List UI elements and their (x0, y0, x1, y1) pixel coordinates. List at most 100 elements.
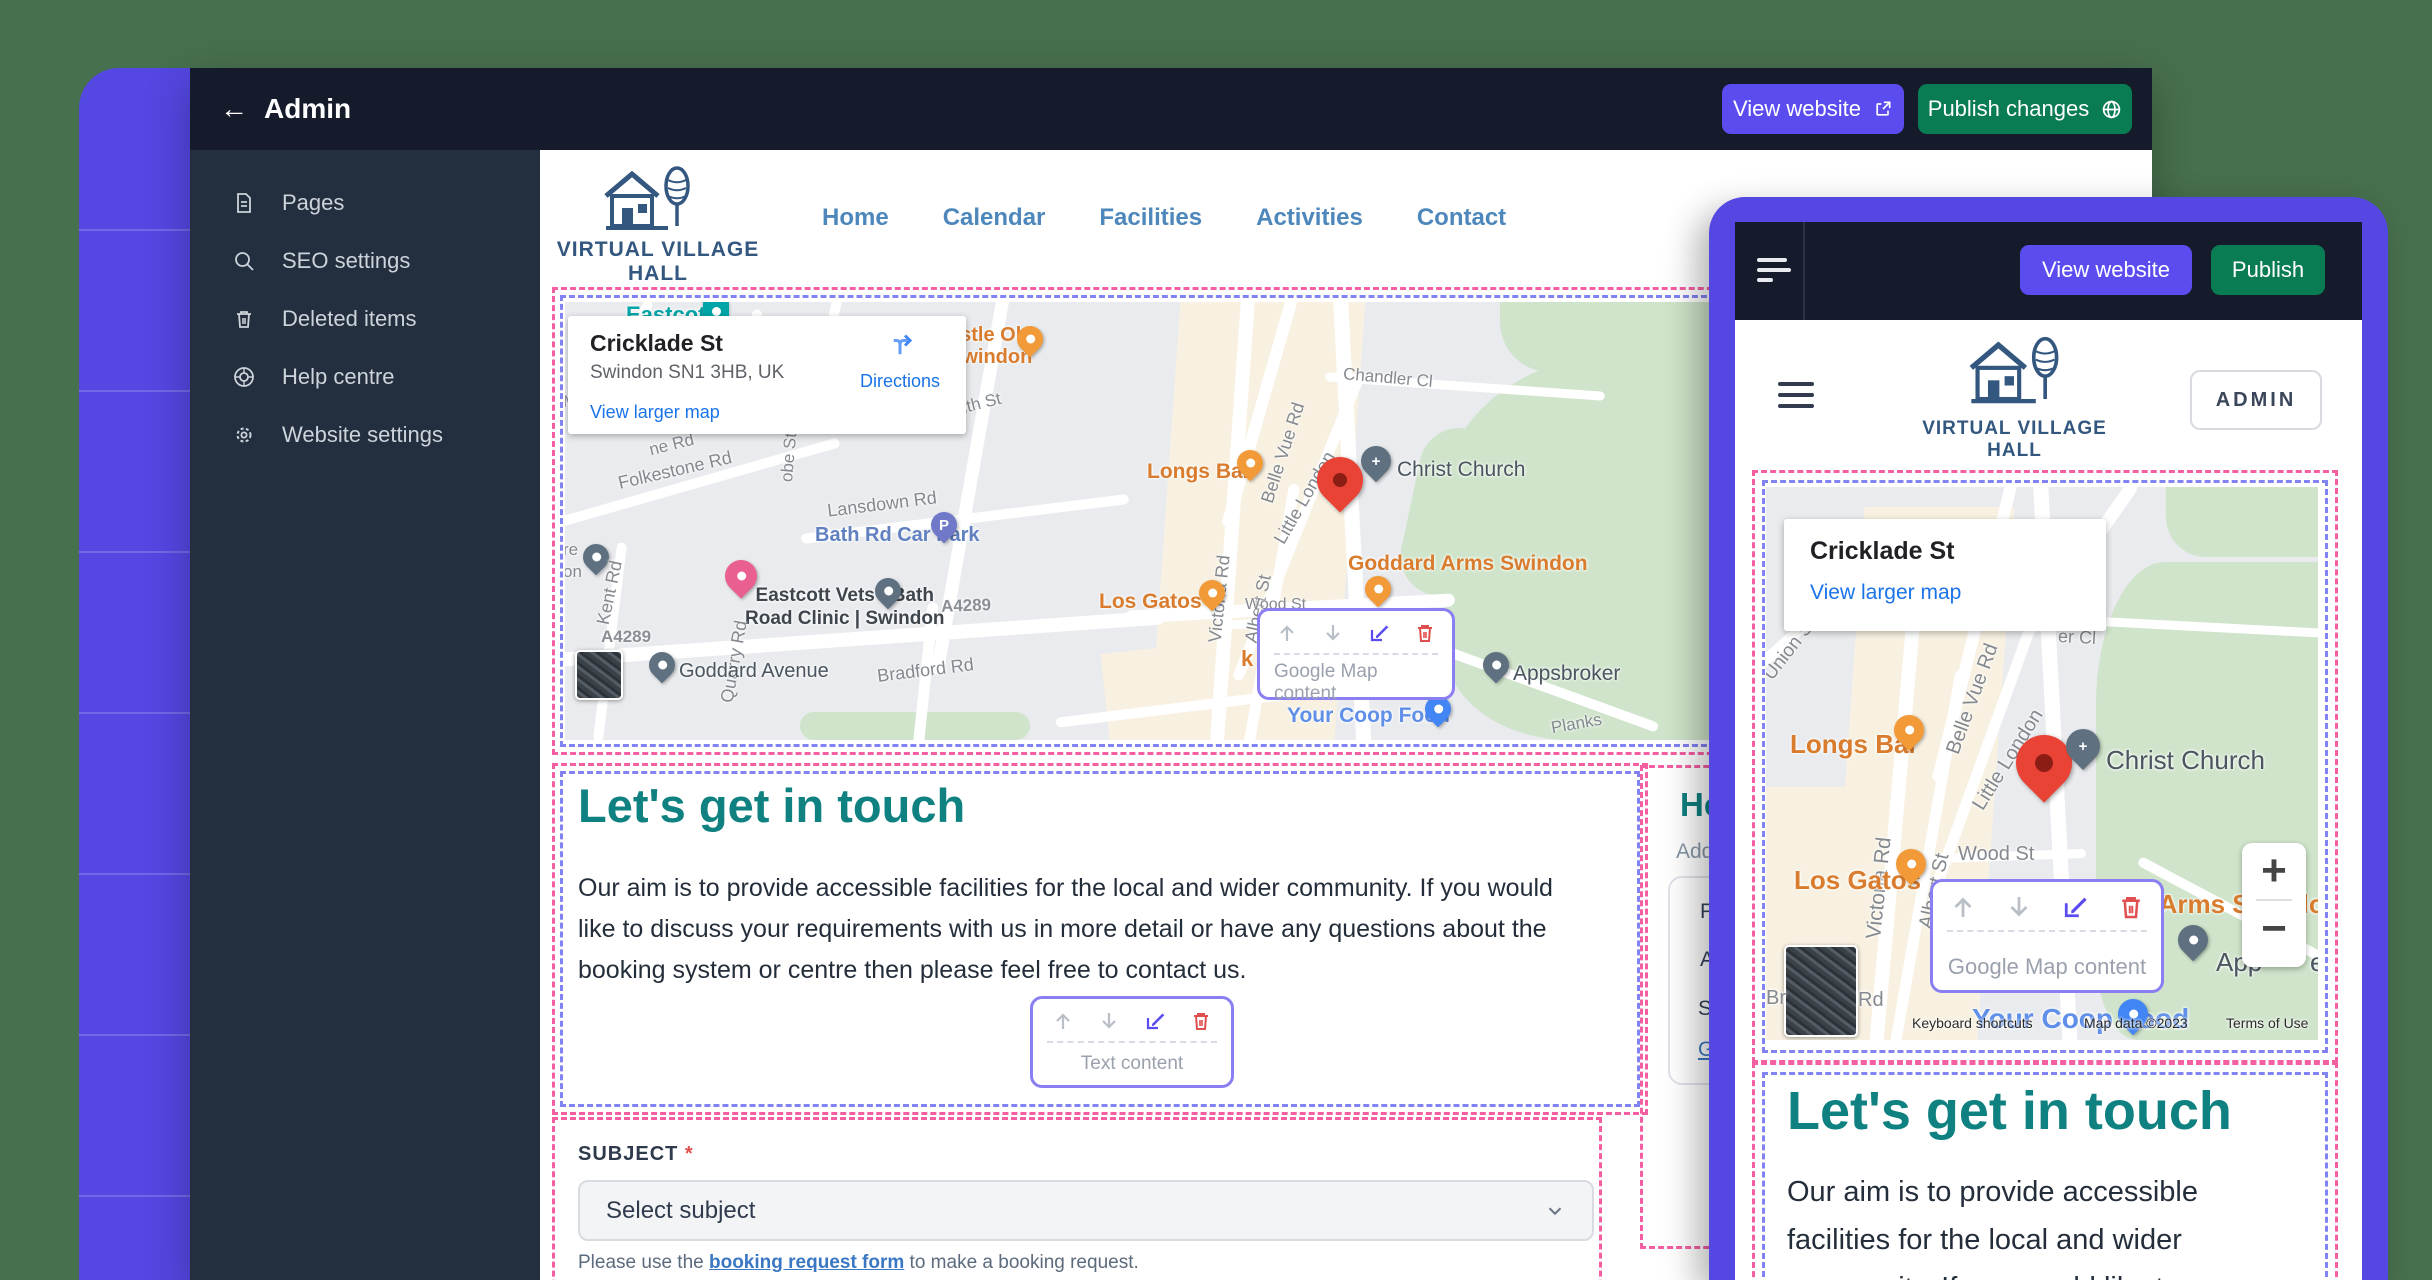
search-icon (232, 249, 256, 273)
edit-icon[interactable] (2060, 892, 2090, 922)
delete-icon[interactable] (1189, 1009, 1213, 1033)
external-link-icon (1873, 99, 1893, 119)
toolbar-label: Google Map content (1948, 948, 2146, 980)
keyboard-shortcuts-link[interactable]: Keyboard shortcuts (1912, 1015, 2033, 1031)
mobile-publish-button[interactable]: Publish (2211, 245, 2325, 295)
rail-divider (79, 712, 190, 714)
move-down-icon[interactable] (2004, 892, 2034, 922)
directions-button[interactable]: Directions (860, 328, 940, 392)
mobile-site-preview: VIRTUAL VILLAGE HALL ADMIN Unio (1735, 320, 2362, 1280)
collapse-sidebar-icon[interactable] (1757, 258, 1791, 282)
back-arrow-icon[interactable]: ← (220, 93, 248, 125)
map-area-park (2166, 487, 2318, 557)
map-label: A4289 (941, 595, 992, 617)
publish-changes-label: Publish changes (1928, 96, 2089, 122)
map-label: Christ Church (2106, 745, 2265, 776)
nav-home[interactable]: Home (822, 204, 889, 232)
collapsed-nav-rail[interactable] (79, 68, 190, 1280)
move-up-icon[interactable] (1948, 892, 1978, 922)
terms-of-use-link[interactable]: Terms of Use (2226, 1015, 2308, 1031)
satellite-view-toggle[interactable] (1784, 945, 1858, 1037)
mobile-site-logo-text: VIRTUAL VILLAGE HALL (1907, 418, 2122, 462)
rail-divider (79, 873, 190, 875)
mobile-site-logo-icon (1963, 330, 2067, 414)
booking-hint: Please use the booking request form to m… (578, 1252, 1139, 1274)
subject-select[interactable]: Select subject (578, 1180, 1594, 1241)
mobile-view-website-button[interactable]: View website (2020, 245, 2192, 295)
trash-icon (232, 307, 256, 331)
map-label: Los Gatos (1099, 590, 1202, 614)
sidebar-item-label: Pages (282, 190, 344, 216)
satellite-view-toggle[interactable] (575, 650, 623, 700)
life-ring-icon (232, 365, 256, 389)
rail-divider (79, 229, 190, 231)
delete-icon[interactable] (1413, 621, 1437, 645)
mobile-menu-icon[interactable] (1778, 382, 1814, 408)
publish-changes-button[interactable]: Publish changes (1918, 84, 2132, 134)
nav-calendar[interactable]: Calendar (943, 204, 1046, 232)
parking-pin-icon: P (931, 512, 957, 538)
map-label: er (2310, 947, 2318, 978)
map-label: Rd (1858, 989, 1884, 1012)
sidebar-item-deleted-items[interactable]: Deleted items (190, 290, 540, 348)
map-label: Goddard Arms Swindon (1348, 552, 1588, 576)
admin-title: Admin (264, 93, 351, 125)
map-data-label: Map data ©2023 (2084, 1015, 2188, 1031)
edit-icon[interactable] (1143, 1009, 1167, 1033)
map-label: Wood St (1958, 843, 2034, 866)
gear-icon (232, 423, 256, 447)
map-label: Eastcott Vets - BathRoad Clinic | Swindo… (745, 584, 945, 630)
document-icon (232, 191, 256, 215)
zoom-in-button[interactable]: + (2261, 843, 2287, 899)
church-pin-icon: + (1361, 446, 1391, 476)
map-label: Goddard Avenue (679, 660, 829, 683)
mobile-admin-button[interactable]: ADMIN (2190, 370, 2322, 430)
map-card-address: Swindon SN1 3HB, UK (590, 362, 784, 384)
map-label: Lansdown Rd (826, 487, 938, 521)
move-down-icon[interactable] (1097, 1009, 1121, 1033)
map-card-title: Cricklade St (1810, 537, 1955, 566)
view-larger-map-link[interactable]: View larger map (590, 402, 720, 423)
nav-facilities[interactable]: Facilities (1099, 204, 1202, 232)
touch-paragraph: Our aim is to provide accessible facilit… (578, 868, 1558, 991)
mobile-touch-paragraph: Our aim is to provide accessible facilit… (1787, 1168, 2257, 1280)
rail-divider (79, 1195, 190, 1197)
map-label: k (1241, 646, 1253, 672)
sidebar-item-pages[interactable]: Pages (190, 174, 540, 232)
text-content-toolbar: Text content (1030, 996, 1234, 1088)
toolbar-label: Text content (1081, 1047, 1183, 1075)
mobile-map-content-toolbar: Google Map content (1930, 879, 2164, 993)
sidebar-item-label: SEO settings (282, 248, 410, 274)
move-up-icon[interactable] (1051, 1009, 1075, 1033)
nav-contact[interactable]: Contact (1417, 204, 1506, 232)
nav-activities[interactable]: Activities (1256, 204, 1363, 232)
mobile-admin-bar: View website Publish (1735, 222, 2362, 320)
touch-heading: Let's get in touch (578, 778, 965, 833)
move-up-icon[interactable] (1275, 621, 1299, 645)
booking-request-form-link[interactable]: booking request form (709, 1252, 904, 1273)
delete-icon[interactable] (2116, 892, 2146, 922)
map-info-card: Cricklade St Swindon SN1 3HB, UK View la… (568, 316, 966, 434)
globe-icon (2101, 99, 2122, 120)
site-logo-icon (598, 160, 698, 240)
move-down-icon[interactable] (1321, 621, 1345, 645)
zoom-out-button[interactable]: − (2261, 901, 2287, 957)
map-label: Longs Bar (1147, 460, 1251, 484)
map-label: re (565, 540, 578, 560)
mobile-google-map-embed[interactable]: Union St Victoria Rd Longs Bar Belle Vue… (1766, 487, 2318, 1040)
view-website-button[interactable]: View website (1722, 84, 1904, 134)
sidebar-item-seo-settings[interactable]: SEO settings (190, 232, 540, 290)
edit-icon[interactable] (1367, 621, 1391, 645)
map-label: A4289 (601, 627, 651, 647)
admin-title-row: ← Admin (220, 93, 351, 125)
church-pin-icon: + (2066, 729, 2100, 763)
mobile-preview-overlay: View website Publish V (1709, 197, 2388, 1280)
admin-sidebar: Pages SEO settings Deleted items (190, 150, 540, 1280)
mobile-publish-label: Publish (2232, 257, 2304, 283)
sidebar-item-help-centre[interactable]: Help centre (190, 348, 540, 406)
chevron-down-icon (1544, 1200, 1566, 1222)
view-larger-map-link[interactable]: View larger map (1810, 581, 1961, 605)
map-label: Appsbroker (1513, 662, 1620, 686)
map-content-toolbar: Google Map content (1257, 608, 1455, 700)
sidebar-item-website-settings[interactable]: Website settings (190, 406, 540, 464)
